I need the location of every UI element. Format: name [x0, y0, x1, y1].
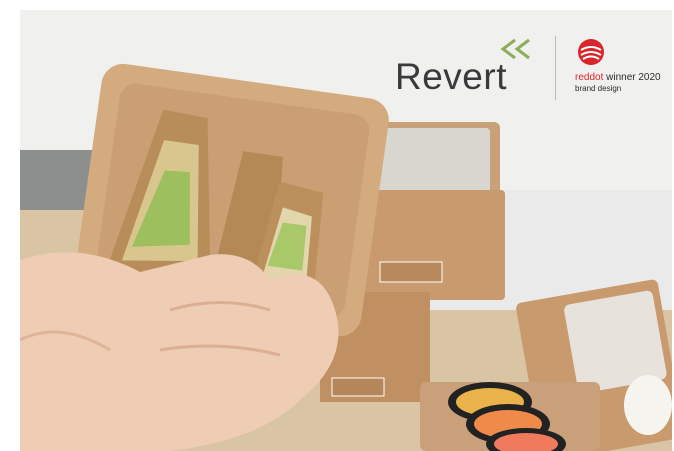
brand-name: Revert [395, 56, 507, 97]
award-word-dot: dot [589, 72, 604, 83]
brand-divider [555, 36, 556, 100]
kimbap-tray [420, 382, 600, 451]
brand-logo: Revert [395, 38, 535, 98]
reddot-icon [578, 39, 604, 65]
award-word-red: red [575, 72, 590, 83]
award-subtitle: brand design [575, 84, 622, 93]
reddot-award: reddot winner 2020 brand design [575, 38, 674, 98]
award-suffix: winner 2020 [603, 72, 661, 83]
award-title: reddot winner 2020 [575, 72, 661, 83]
